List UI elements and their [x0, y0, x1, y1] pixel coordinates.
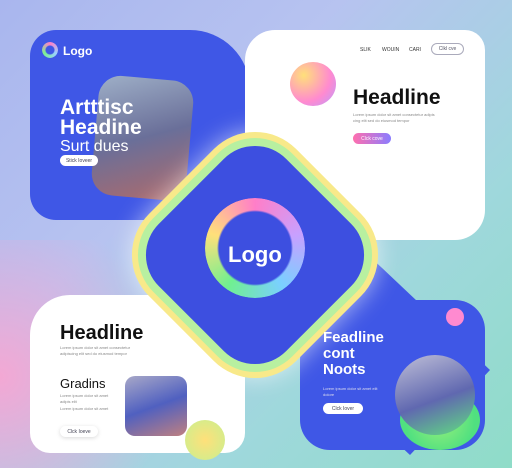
decor-blob — [290, 62, 336, 106]
hero-right-title: Headline — [353, 86, 441, 109]
bottom-left-title: Headline — [60, 322, 144, 344]
hero-left-button[interactable]: Stick Ioveer — [60, 155, 98, 166]
nav-item-3[interactable]: CARI — [409, 47, 421, 53]
bottom-left-body2: Lorem ipsum dolor sit amet adipis elit — [60, 393, 109, 404]
decor-dot — [446, 308, 464, 326]
logo-text[interactable]: Logo — [63, 44, 92, 58]
nav-item-2[interactable]: WOUIN — [382, 47, 399, 53]
hero-left-subtitle: Surt dues — [60, 138, 129, 155]
nav-item-1[interactable]: SLIK — [360, 47, 371, 53]
decor-yellow-blob — [185, 420, 225, 460]
nav-button[interactable]: Clkl cve — [431, 43, 464, 55]
hero-right-body: Lorem ipsum dolor sit amet consectetur a… — [353, 112, 435, 123]
bottom-left-button[interactable]: Clck Ioeve — [60, 426, 98, 437]
bottom-left-subtitle: Gradins — [60, 376, 106, 391]
bottom-right-button[interactable]: Clck Iover — [323, 403, 363, 414]
center-logo-text: Logo — [228, 242, 282, 267]
bottom-left-body3: Lorem ipsum dolor sit amet — [60, 406, 109, 411]
bottom-right-body: Lorem ipsum dolor sit amet elit dolore — [323, 386, 378, 397]
hero-left-title: Artttisc Headine — [60, 96, 142, 139]
bottom-right-photo — [395, 355, 475, 435]
bottom-left-photo — [125, 376, 187, 436]
bottom-right-title: Feadline cont Noots — [323, 329, 384, 378]
bottom-left-body: Lorem ipsum dolor sit amet consectetur a… — [60, 345, 131, 356]
logo-icon — [42, 42, 58, 58]
hero-right-button[interactable]: Clck cove — [353, 133, 391, 144]
